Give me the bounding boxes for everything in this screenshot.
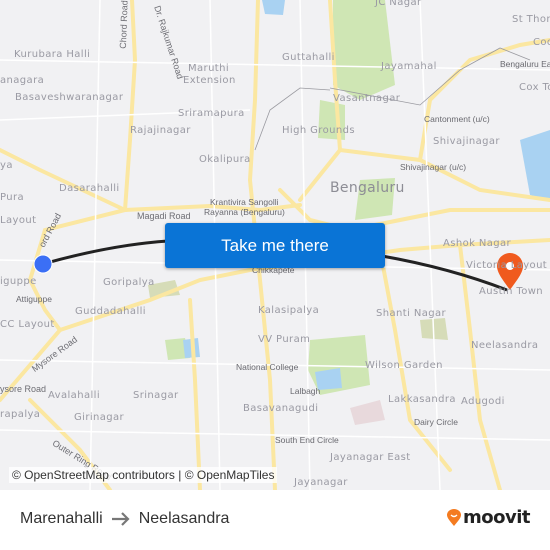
map-label: Cox To <box>519 82 550 93</box>
origin-marker[interactable] <box>33 254 53 274</box>
road-label: Chord Road <box>117 0 130 49</box>
map-label: VV Puram <box>258 334 311 345</box>
map-label: Rayanna (Bengaluru) <box>204 207 285 217</box>
area <box>350 400 385 425</box>
moovit-pin-icon <box>447 508 461 526</box>
map-label: Dasarahalli <box>59 183 120 194</box>
origin-name: Marenahalli <box>20 510 103 527</box>
map-label: South End Circle <box>275 435 339 445</box>
moovit-logo[interactable]: moovit <box>447 507 531 528</box>
destination-name: Neelasandra <box>138 510 230 527</box>
map-label: iguppe <box>0 276 37 287</box>
destination-pin-icon[interactable] <box>497 253 523 290</box>
water <box>262 0 285 15</box>
map-label: Extension <box>183 75 236 86</box>
map-label: Goripalya <box>103 277 155 288</box>
map-label: Avalahalli <box>48 390 101 401</box>
map-label: Pura <box>0 192 25 203</box>
map-label: National College <box>236 362 299 372</box>
route-summary: Marenahalli Neelasandra <box>20 510 229 528</box>
road-label: Magadi Road <box>137 211 191 221</box>
map-label: Shivajinagar <box>433 136 500 147</box>
map-label: Wilson Garden <box>365 360 443 371</box>
footer: Marenahalli Neelasandra moovit <box>0 490 550 550</box>
water-ulsoor-lake <box>520 130 550 200</box>
map-label: Maruthi <box>188 63 230 74</box>
map-label: Vasantnagar <box>333 93 401 104</box>
arrow-right-icon <box>111 512 130 526</box>
map-label: Jayanagar <box>294 477 348 488</box>
map-label: Jayanagar East <box>330 452 411 463</box>
map[interactable]: Kurubara Halli anagara Basaveshwaranagar… <box>0 0 550 490</box>
map-label: Neelasandra <box>471 340 539 351</box>
map-label: Kalasipalya <box>258 305 320 316</box>
map-label: Shivajinagar (u/c) <box>400 162 467 172</box>
map-label: Layout <box>0 215 37 226</box>
map-label: JC Nagar <box>375 0 422 8</box>
city-label: Bengaluru <box>330 180 405 196</box>
take-me-there-button[interactable]: Take me there <box>165 223 385 268</box>
map-label: Adugodi <box>461 396 505 407</box>
map-label: Ashok Nagar <box>443 238 512 249</box>
map-label: Guttahalli <box>282 52 335 63</box>
map-label: Dairy Circle <box>414 417 458 427</box>
map-label: Lalbagh <box>290 386 321 396</box>
map-label: Coo <box>533 37 550 48</box>
map-label: Cantonment (u/c) <box>424 114 490 124</box>
map-label: Basavanagudi <box>243 403 319 414</box>
map-label: Jayamahal <box>381 61 437 72</box>
map-label: Austin Town <box>479 286 544 297</box>
map-label: Victoria Layout <box>466 260 548 271</box>
map-label: Guddadahalli <box>75 306 146 317</box>
railway <box>254 87 331 151</box>
map-label: Kurubara Halli <box>14 49 91 60</box>
road-label: ysore Road <box>0 384 47 394</box>
map-label: Okalipura <box>199 154 251 165</box>
map-label: Sriramapura <box>178 108 245 119</box>
map-label: anagara <box>0 75 45 86</box>
map-label: Girinagar <box>74 412 125 423</box>
map-label: Srinagar <box>133 390 179 401</box>
park-palace-grounds <box>333 0 395 100</box>
map-label: ya <box>0 160 13 171</box>
map-label: High Grounds <box>282 125 355 136</box>
moovit-wordmark: moovit <box>463 507 531 528</box>
map-label: CC Layout <box>0 319 55 330</box>
map-label: Shanti Nagar <box>376 308 447 319</box>
map-label: Lakkasandra <box>388 394 456 405</box>
map-label: Basaveshwaranagar <box>15 92 124 103</box>
map-label: rapalya <box>0 409 41 420</box>
map-attribution[interactable]: © OpenStreetMap contributors | © OpenMap… <box>9 467 278 483</box>
map-label: Attiguppe <box>16 294 52 304</box>
map-label: Krantivira Sangolli <box>210 197 279 207</box>
map-label: Rajajinagar <box>130 125 191 136</box>
map-label: Bengaluru Ea <box>500 59 550 69</box>
map-label: St Thom <box>512 14 550 25</box>
